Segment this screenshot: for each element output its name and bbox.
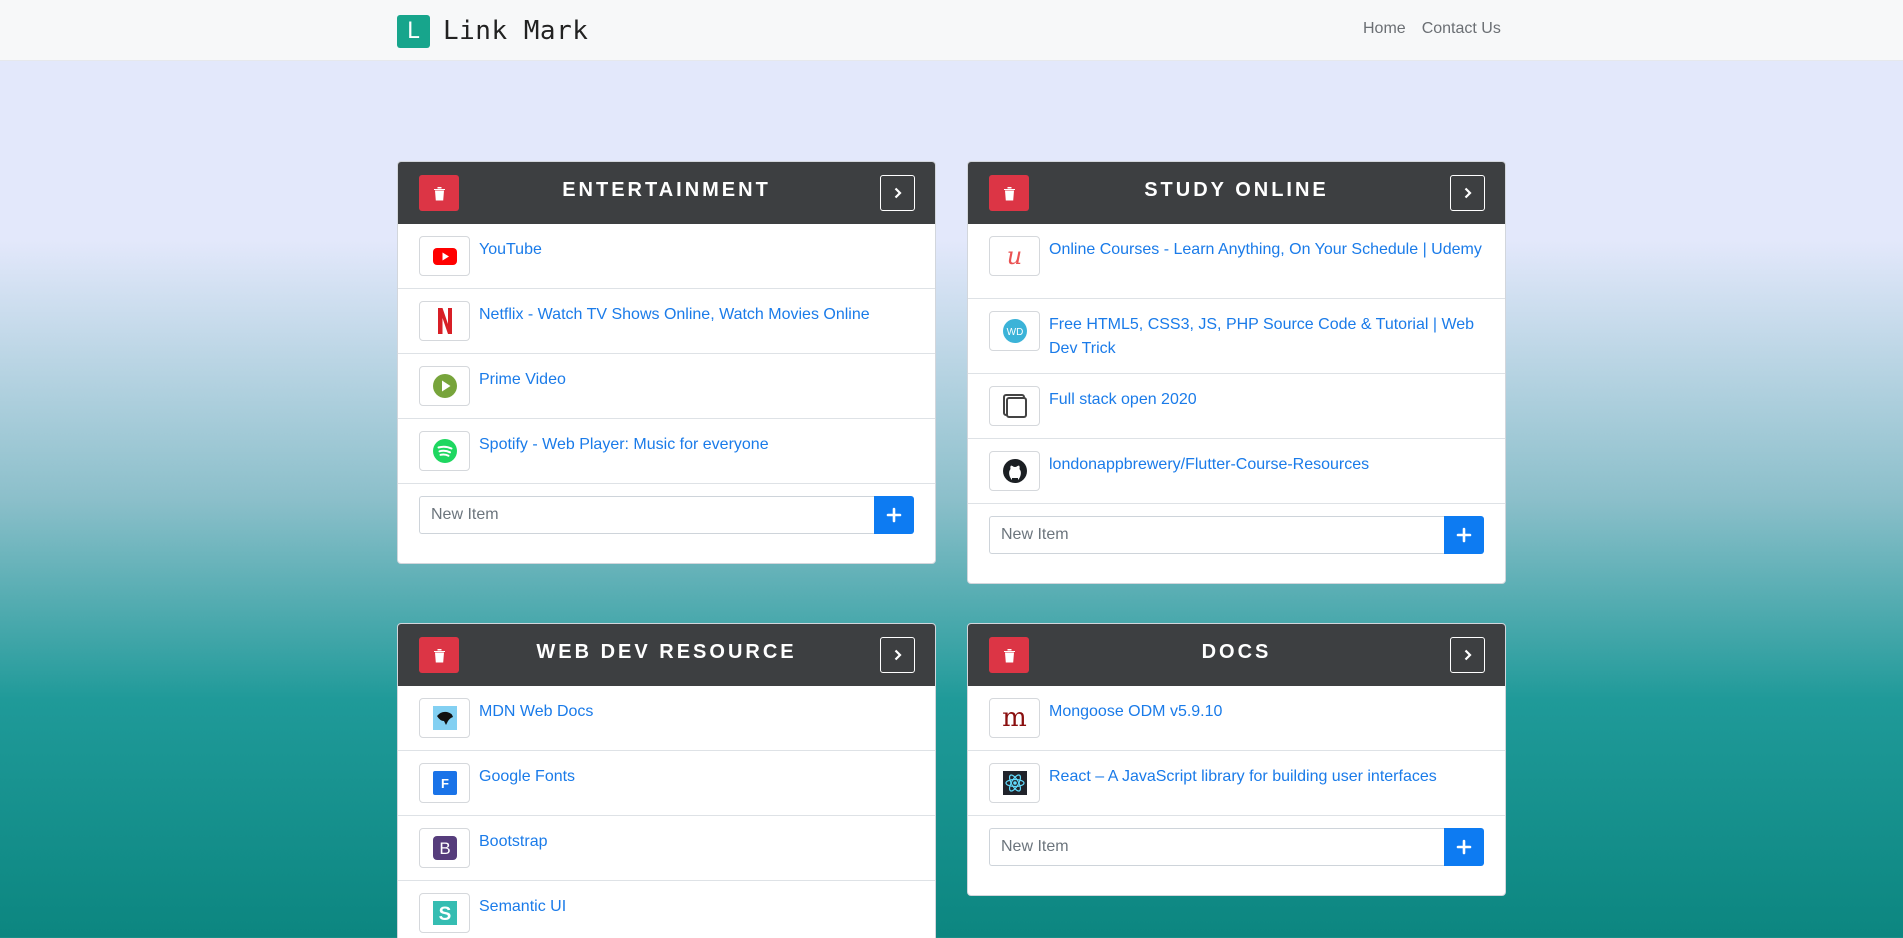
item-link[interactable]: YouTube: [479, 236, 542, 262]
brand-logo-icon: L: [397, 14, 430, 48]
nav-contact-link[interactable]: Contact Us: [1422, 20, 1501, 38]
item-link[interactable]: londonappbrewery/Flutter-Course-Resource…: [1049, 451, 1369, 477]
list-item: u Online Courses - Learn Anything, On Yo…: [968, 224, 1505, 299]
card-header: ENTERTAINMENT: [398, 162, 935, 224]
chevron-right-icon: [1464, 649, 1472, 661]
card-title: ENTERTAINMENT: [562, 179, 771, 201]
new-item-input[interactable]: [989, 828, 1444, 866]
list-item: WD Free HTML5, CSS3, JS, PHP Source Code…: [968, 299, 1505, 374]
svg-text:F: F: [441, 776, 449, 791]
list-item: MDN Web Docs: [398, 686, 935, 751]
item-link[interactable]: React – A JavaScript library for buildin…: [1049, 763, 1437, 789]
list-item: YouTube: [398, 224, 935, 289]
card-web-dev-resource: WEB DEV RESOURCE MDN Web Docs F Google F…: [397, 623, 936, 938]
new-item-input[interactable]: [419, 496, 874, 534]
brand[interactable]: L Link Mark: [397, 14, 588, 48]
card-header: DOCS: [968, 624, 1505, 686]
open-card-button[interactable]: [880, 175, 915, 211]
card-docs: DOCS m Mongoose ODM v5.9.10 React – A Ja…: [967, 623, 1506, 896]
list-item: React – A JavaScript library for buildin…: [968, 751, 1505, 816]
card-title: STUDY ONLINE: [1144, 179, 1329, 201]
list-item: B Bootstrap: [398, 816, 935, 881]
new-item-row: [989, 828, 1484, 866]
list-item: F Google Fonts: [398, 751, 935, 816]
open-card-button[interactable]: [880, 637, 915, 673]
item-link[interactable]: Semantic UI: [479, 893, 566, 919]
chevron-right-icon: [1464, 187, 1472, 199]
new-item-row: [419, 496, 914, 534]
plus-icon: [1456, 839, 1472, 855]
open-card-button[interactable]: [1450, 175, 1485, 211]
item-link[interactable]: Full stack open 2020: [1049, 386, 1197, 412]
webdevtrick-icon: WD: [989, 311, 1040, 351]
card-title: WEB DEV RESOURCE: [536, 641, 797, 663]
item-link[interactable]: Mongoose ODM v5.9.10: [1049, 698, 1222, 724]
item-link[interactable]: Spotify - Web Player: Music for everyone: [479, 431, 769, 457]
plus-icon: [886, 507, 902, 523]
plus-icon: [1456, 527, 1472, 543]
item-link[interactable]: Bootstrap: [479, 828, 547, 854]
prime-video-icon: [419, 366, 470, 406]
item-link[interactable]: Netflix - Watch TV Shows Online, Watch M…: [479, 301, 870, 327]
card-entertainment: ENTERTAINMENT YouTube Netflix - Watch TV…: [397, 161, 936, 564]
add-item-button[interactable]: [1444, 516, 1484, 554]
new-item-input[interactable]: [989, 516, 1444, 554]
nav-home-link[interactable]: Home: [1363, 20, 1406, 38]
item-link[interactable]: Free HTML5, CSS3, JS, PHP Source Code & …: [1049, 311, 1485, 361]
list-item: londonappbrewery/Flutter-Course-Resource…: [968, 439, 1505, 504]
mongoose-icon: m: [989, 698, 1040, 738]
brand-name: Link Mark: [443, 16, 589, 46]
list-item: m Mongoose ODM v5.9.10: [968, 686, 1505, 751]
svg-text:B: B: [439, 839, 450, 858]
udemy-icon: u: [989, 236, 1040, 276]
semantic-ui-icon: S: [419, 893, 470, 933]
card-study-online: STUDY ONLINE u Online Courses - Learn An…: [967, 161, 1506, 584]
chevron-right-icon: [894, 187, 902, 199]
google-fonts-icon: F: [419, 763, 470, 803]
react-icon: [989, 763, 1040, 803]
list-item: Prime Video: [398, 354, 935, 419]
add-item-button[interactable]: [874, 496, 914, 534]
item-link[interactable]: Online Courses - Learn Anything, On Your…: [1049, 236, 1482, 262]
chevron-right-icon: [894, 649, 902, 661]
item-link[interactable]: Google Fonts: [479, 763, 575, 789]
open-card-button[interactable]: [1450, 637, 1485, 673]
netflix-icon: [419, 301, 470, 341]
bootstrap-icon: B: [419, 828, 470, 868]
item-link[interactable]: MDN Web Docs: [479, 698, 593, 724]
card-header: STUDY ONLINE: [968, 162, 1505, 224]
nav-links: Home Contact Us: [1363, 20, 1501, 38]
spotify-icon: [419, 431, 470, 471]
github-icon: [989, 451, 1040, 491]
list-item: S Semantic UI: [398, 881, 935, 938]
list-item: Netflix - Watch TV Shows Online, Watch M…: [398, 289, 935, 354]
add-item-button[interactable]: [1444, 828, 1484, 866]
item-link[interactable]: Prime Video: [479, 366, 566, 392]
svg-text:WD: WD: [1006, 327, 1023, 338]
youtube-icon: [419, 236, 470, 276]
card-header: WEB DEV RESOURCE: [398, 624, 935, 686]
card-title: DOCS: [1201, 641, 1272, 663]
fullstackopen-icon: [989, 386, 1040, 426]
list-item: Spotify - Web Player: Music for everyone: [398, 419, 935, 484]
mdn-icon: [419, 698, 470, 738]
svg-text:S: S: [438, 904, 451, 925]
list-item: Full stack open 2020: [968, 374, 1505, 439]
navbar: L Link Mark Home Contact Us: [0, 0, 1903, 61]
new-item-row: [989, 516, 1484, 554]
